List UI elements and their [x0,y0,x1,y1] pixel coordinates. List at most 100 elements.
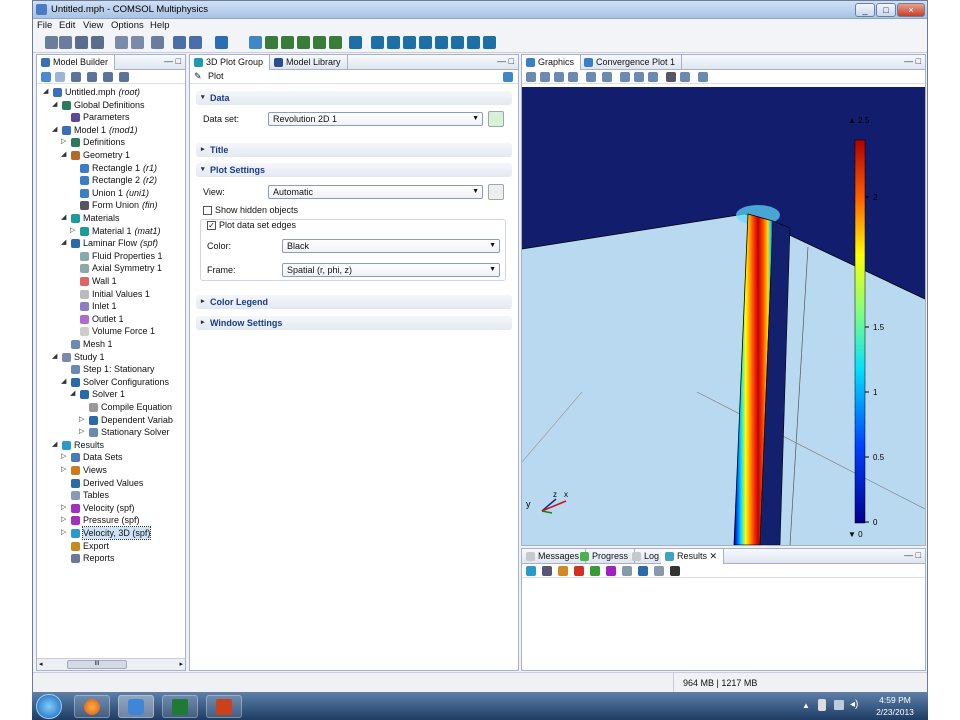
menu-view[interactable]: View [83,20,103,31]
tree-item-study-1[interactable]: ◢ Study 1 [37,351,185,364]
graphics-canvas[interactable]: y z x ▲ 2.5 ▼ 0 2 1.5 1 0.5 0 [522,87,925,545]
expand-arrow-icon[interactable]: ▷ [61,464,66,476]
tree-item-solver-1[interactable]: ◢ Solver 1 [37,388,185,401]
tree-item-materials[interactable]: ◢ Materials [37,212,185,225]
menu-help[interactable]: Help [150,20,170,31]
expand-arrow-icon[interactable]: ▷ [70,225,75,237]
tree-item-material-1[interactable]: ▷ Material 1 (mat1) [37,225,185,238]
dropdown-icon[interactable] [670,566,680,576]
delete-icon[interactable] [574,566,584,576]
expand-arrow-icon[interactable]: ▷ [61,502,66,514]
expand-arrow-icon[interactable]: ▷ [61,514,66,526]
zoom-extents-icon[interactable] [568,72,578,82]
tree-item-untitled-mph[interactable]: ◢ Untitled.mph (root) [37,86,185,99]
tree-item-rectangle-2[interactable]: Rectangle 2 (r2) [37,174,185,187]
expand-arrow-icon[interactable]: ▷ [61,527,66,539]
tree-item-global-definitions[interactable]: ◢ Global Definitions [37,99,185,112]
collapse-arrow-icon[interactable]: ◢ [61,237,66,249]
tree-item-geometry-1[interactable]: ◢ Geometry 1 [37,149,185,162]
tree-item-definitions[interactable]: ▷ Definitions [37,136,185,149]
new-icon[interactable] [45,36,58,49]
powerpoint-taskbar-button[interactable] [206,695,242,718]
deselect-icon[interactable] [680,72,690,82]
section-window-settings[interactable]: ▸ Window Settings [196,316,512,330]
print-icon[interactable] [91,36,104,49]
collapse-arrow-icon[interactable]: ◢ [43,86,48,98]
expand-arrow-icon[interactable]: ▷ [61,136,66,148]
volume-icon[interactable]: ◂) [850,699,858,710]
zoom-box-icon[interactable] [554,72,564,82]
tree-item-export[interactable]: Export [37,540,185,553]
tree-item-initial-values-1[interactable]: Initial Values 1 [37,288,185,301]
collapse-arrow-icon[interactable]: ◢ [52,124,57,136]
menu-edit[interactable]: Edit [59,20,75,31]
cone-icon[interactable] [419,36,432,49]
collapse-arrow-icon[interactable]: ◢ [61,212,66,224]
views-dropdown-icon[interactable] [602,72,612,82]
help-icon[interactable] [173,36,186,49]
collapse-arrow-icon[interactable]: ◢ [52,351,57,363]
go-to-source-button[interactable] [488,111,504,127]
tree-item-volume-force-1[interactable]: Volume Force 1 [37,325,185,338]
section-plot-settings[interactable]: ▾ Plot Settings [196,163,512,177]
show-hidden-checkbox[interactable] [203,206,212,215]
tree-item-views[interactable]: ▷ Views [37,464,185,477]
tree-item-pressure-spf[interactable]: ▷ Pressure (spf) [37,514,185,527]
start-orb-icon[interactable] [36,694,62,719]
tree-item-form-union[interactable]: Form Union (fin) [37,199,185,212]
plot-icon[interactable] [590,566,600,576]
tree-item-velocity-spf[interactable]: ▷ Velocity (spf) [37,502,185,515]
close-tab-icon[interactable]: ✕ [710,551,718,561]
firefox-taskbar-button[interactable] [74,695,110,718]
go-to-view-button[interactable] [488,184,504,200]
tree-item-union-1[interactable]: Union 1 (uni1) [37,187,185,200]
open-icon[interactable] [59,36,72,49]
tab-convergence-plot[interactable]: Convergence Plot 1 [580,55,683,70]
tree-item-axial-symmetry-1[interactable]: Axial Symmetry 1 [37,262,185,275]
collapse-arrow-icon[interactable]: ◢ [61,149,66,161]
tab-model-builder[interactable]: Model Builder [37,55,116,70]
menu-options[interactable]: Options [111,20,144,31]
bezier-icon[interactable] [297,36,310,49]
panel-min-max-buttons[interactable]: — □ [904,550,921,560]
grid-icon[interactable] [483,36,496,49]
clear-icon[interactable] [558,566,568,576]
copy-icon[interactable] [151,36,164,49]
collapse-arrow-icon[interactable]: ◢ [52,99,57,111]
section-color-legend[interactable]: ▸ Color Legend [196,295,512,309]
view-zx-icon[interactable] [648,72,658,82]
tree-item-laminar-flow[interactable]: ◢ Laminar Flow (spf) [37,237,185,250]
helix-icon[interactable] [467,36,480,49]
scroll-left-icon[interactable]: ◂ [39,660,43,668]
sweep-icon[interactable] [215,36,228,49]
tab-3d-plot-group[interactable]: 3D Plot Group [190,55,271,70]
tree-item-inlet-1[interactable]: Inlet 1 [37,300,185,313]
shape-icon[interactable] [329,36,342,49]
tree-item-tables[interactable]: Tables [37,489,185,502]
square-icon[interactable] [349,36,362,49]
show-icon[interactable] [71,72,81,82]
torus-icon[interactable] [435,36,448,49]
collapse-icon[interactable] [87,72,97,82]
tree-item-results[interactable]: ◢ Results [37,439,185,452]
cylinder-icon[interactable] [387,36,400,49]
tree-item-mesh-1[interactable]: Mesh 1 [37,338,185,351]
zoom-in-icon[interactable] [526,72,536,82]
tree-item-reports[interactable]: Reports [37,552,185,565]
save-icon[interactable] [75,36,88,49]
excel-taskbar-button[interactable] [162,695,198,718]
plot-edges-checkbox[interactable]: ✓ [207,221,216,230]
ellipsoid-icon[interactable] [451,36,464,49]
line-icon[interactable] [265,36,278,49]
close-button[interactable]: × [897,3,925,17]
forward-icon[interactable] [55,72,65,82]
comsol-taskbar-button[interactable] [118,695,154,718]
maximize-button[interactable]: □ [876,3,896,17]
view-select[interactable]: Automatic ▼ [268,185,483,199]
clock-date[interactable]: 2/23/2013 [870,707,920,717]
section-title[interactable]: ▸ Title [196,143,512,157]
section-data[interactable]: ▾ Data [196,91,512,105]
color-icon[interactable] [606,566,616,576]
data-set-select[interactable]: Revolution 2D 1 ▼ [268,112,483,126]
zoom-out-icon[interactable] [540,72,550,82]
